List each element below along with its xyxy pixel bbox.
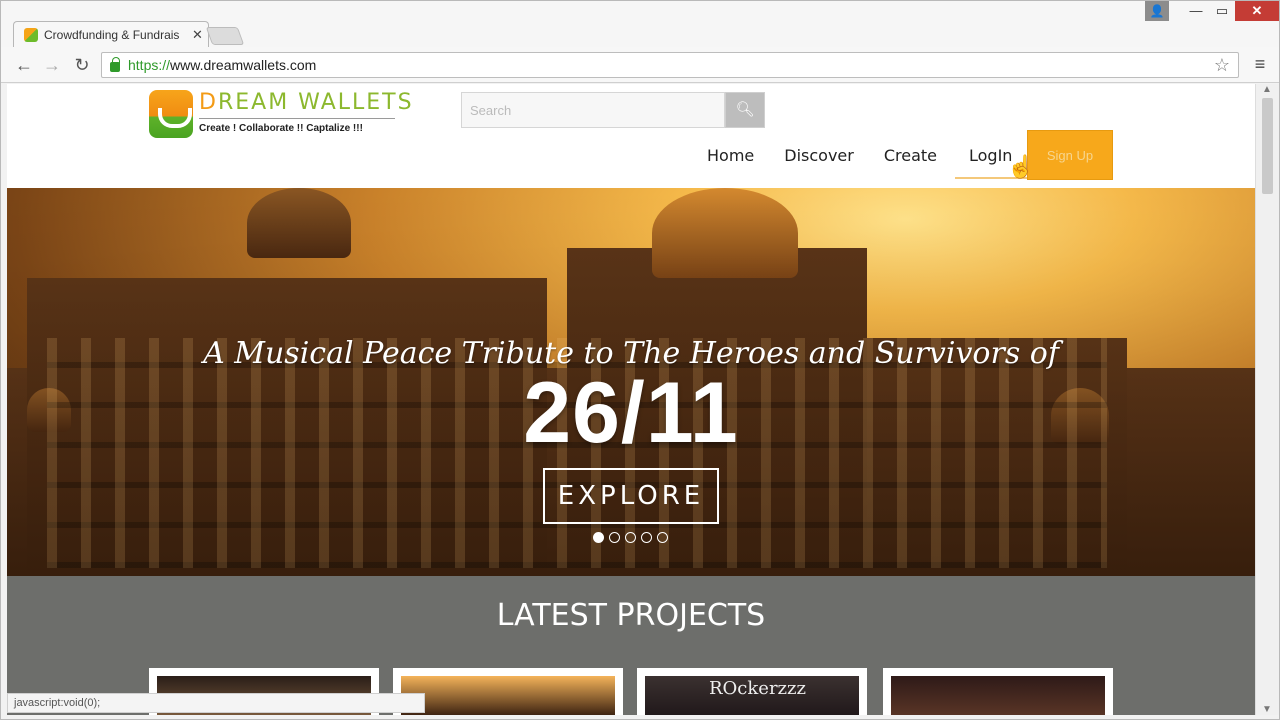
project-card[interactable]: ROckerzzz	[637, 668, 867, 715]
new-tab-button[interactable]	[205, 27, 245, 45]
forward-arrow-icon[interactable]: →	[41, 54, 63, 76]
scroll-down-icon[interactable]: ▼	[1262, 704, 1272, 715]
maximize-icon[interactable]: ▭	[1209, 1, 1235, 21]
bookmark-star-icon[interactable]: ☆	[1214, 55, 1230, 76]
page-scrollbar[interactable]: ▲ ▼	[1255, 84, 1279, 715]
tab-close-icon[interactable]: ✕	[192, 27, 203, 43]
slider-dot-1[interactable]	[593, 532, 604, 543]
project-card[interactable]	[393, 668, 623, 715]
hand-cursor-icon: ☝	[1007, 154, 1035, 179]
hero-headline: 26/11	[523, 365, 739, 461]
window-close-icon[interactable]: ✕	[1235, 1, 1279, 21]
main-nav: Home Discover Create	[707, 146, 967, 170]
project-thumbnail	[401, 676, 615, 715]
reload-icon[interactable]: ↻	[71, 54, 93, 76]
address-bar[interactable]: https:// www.dreamwallets.com ☆	[101, 52, 1239, 78]
site-logo[interactable]: DREAM WALLETS Create ! Collaborate !! Ca…	[149, 90, 414, 138]
slider-dot-2[interactable]	[609, 532, 620, 543]
slider-dot-5[interactable]	[657, 532, 668, 543]
tab-title: Crowdfunding & Fundrais	[44, 27, 180, 42]
project-card[interactable]	[883, 668, 1113, 715]
wallet-logo-icon	[149, 90, 193, 138]
slider-dots	[593, 532, 673, 543]
scroll-up-icon[interactable]: ▲	[1262, 84, 1272, 95]
slider-dot-3[interactable]	[625, 532, 636, 543]
scroll-thumb[interactable]	[1262, 98, 1273, 194]
explore-button[interactable]: EXPLORE	[543, 468, 719, 524]
favicon-icon	[24, 27, 38, 42]
url-host: www.dreamwallets.com	[170, 57, 317, 73]
minimize-icon[interactable]: —	[1183, 1, 1209, 21]
project-thumbnail	[891, 676, 1105, 715]
project-card-label: ROckerzzz	[709, 678, 807, 699]
page-viewport: DREAM WALLETS Create ! Collaborate !! Ca…	[7, 84, 1255, 715]
project-thumbnail: ROckerzzz	[645, 676, 859, 715]
nav-create[interactable]: Create	[884, 146, 937, 170]
nav-login[interactable]: LogIn	[969, 146, 1012, 165]
search-icon[interactable]: 🔍︎	[725, 92, 765, 128]
slider-dot-4[interactable]	[641, 532, 652, 543]
browser-menu-icon[interactable]: ≡	[1251, 55, 1269, 73]
browser-toolbar: ← → ↻ https:// www.dreamwallets.com ☆ ≡	[1, 47, 1279, 83]
site-header: DREAM WALLETS Create ! Collaborate !! Ca…	[7, 84, 1255, 188]
logo-divider	[199, 118, 395, 119]
lock-icon	[110, 57, 120, 72]
signup-button[interactable]: Sign Up	[1027, 130, 1113, 180]
hero-banner: A Musical Peace Tribute to The Heroes an…	[7, 188, 1255, 576]
status-bar: javascript:void(0);	[7, 693, 425, 713]
search-input[interactable]: Search	[461, 92, 725, 128]
window-controls: 👤 — ▭ ✕	[1145, 1, 1279, 23]
logo-tagline: Create ! Collaborate !! Captalize !!!	[199, 123, 363, 134]
nav-discover[interactable]: Discover	[784, 146, 854, 170]
logo-name: DREAM WALLETS	[199, 90, 414, 115]
nav-home[interactable]: Home	[707, 146, 754, 170]
back-arrow-icon[interactable]: ←	[13, 54, 35, 76]
user-profile-icon[interactable]: 👤	[1145, 1, 1169, 21]
active-tab[interactable]: Crowdfunding & Fundrais ✕	[13, 21, 209, 47]
latest-projects-title: LATEST PROJECTS	[496, 598, 766, 633]
browser-window: Crowdfunding & Fundrais ✕ 👤 — ▭ ✕ ← → ↻ …	[0, 0, 1280, 720]
tab-strip: Crowdfunding & Fundrais ✕ 👤 — ▭ ✕	[1, 1, 1279, 47]
url-scheme: https://	[128, 57, 171, 73]
